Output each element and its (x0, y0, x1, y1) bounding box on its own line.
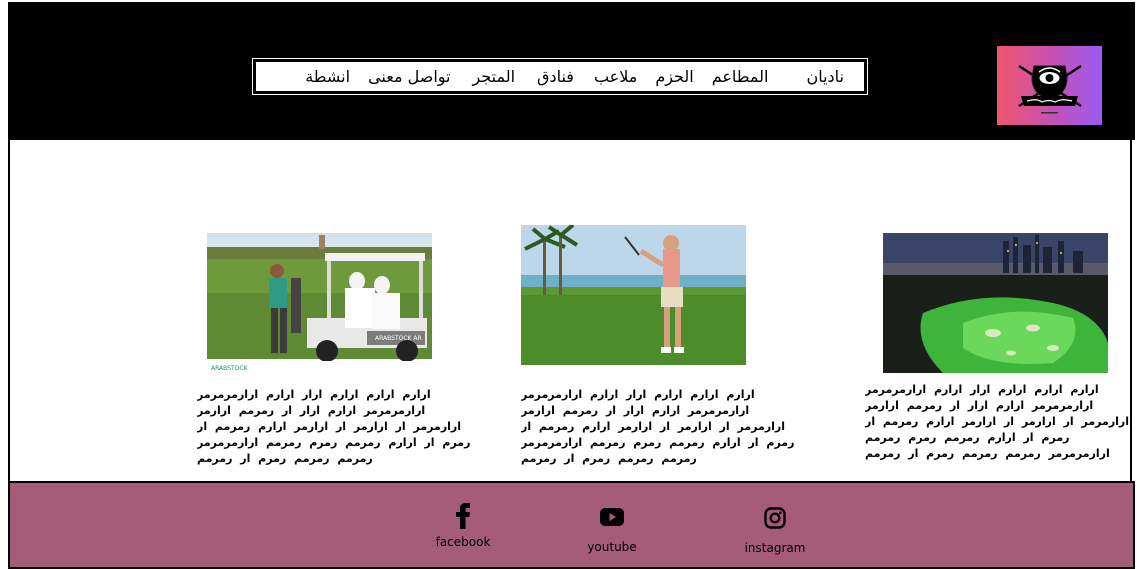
card-image-golfer[interactable] (521, 225, 746, 365)
header: ناديان المطاعم الحزم ملاعب فنادق المتجر … (8, 2, 1135, 140)
main-nav: ناديان المطاعم الحزم ملاعب فنادق المتجر … (252, 58, 868, 95)
facebook-icon (456, 503, 470, 529)
instagram-label: instagram (744, 541, 806, 555)
card-text-1: ارارم ارارم ارارم ارار ارارم ارارمرمرمر … (197, 388, 471, 465)
nav-item-restaurants[interactable]: المطاعم (712, 67, 769, 86)
night-golf-course-photo-icon (883, 233, 1108, 373)
watermark-small-text: ARABSTOCK AR (375, 335, 422, 342)
watermark-text: ARABSTOCK (211, 365, 249, 372)
card-text-2: ارارم ارارم ارارم ارار ارارم ارارمرمرمر … (521, 388, 795, 465)
nav-item-hotels[interactable]: فنادق (537, 67, 574, 86)
card-image-golf-cart[interactable]: ARABSTOCK ARABSTOCK AR (207, 233, 432, 373)
youtube-icon (600, 508, 624, 526)
facebook-link[interactable]: facebook (428, 503, 498, 549)
golf-cart-photo-icon: ARABSTOCK ARABSTOCK AR (207, 233, 432, 373)
nav-item-store[interactable]: المتجر (472, 67, 515, 86)
nav-item-courses[interactable]: ملاعب (594, 67, 637, 86)
nav-item-activities[interactable]: انشطة (305, 67, 350, 86)
nav-item-contact[interactable]: تواصل معنى (368, 67, 450, 86)
nav-item-clubs[interactable]: ناديان (806, 67, 844, 86)
logo[interactable] (997, 46, 1102, 125)
nav-item-packages[interactable]: الحزم (655, 67, 693, 86)
youtube-link[interactable]: youtube (577, 508, 647, 554)
instagram-icon (764, 507, 786, 529)
footer: facebook youtube instagram (8, 481, 1135, 569)
card-text-3: ارارم ارارم ارارم ارار ارارم ارارمرمرمر … (865, 383, 1130, 460)
page: ناديان المطاعم الحزم ملاعب فنادق المتجر … (0, 0, 1137, 569)
facebook-label: facebook (435, 535, 491, 549)
golfer-swing-photo-icon (521, 225, 746, 365)
youtube-label: youtube (587, 540, 637, 554)
card-image-night-course[interactable] (883, 233, 1108, 373)
logo-emblem-icon (1018, 64, 1082, 114)
instagram-link[interactable]: instagram (735, 507, 815, 555)
